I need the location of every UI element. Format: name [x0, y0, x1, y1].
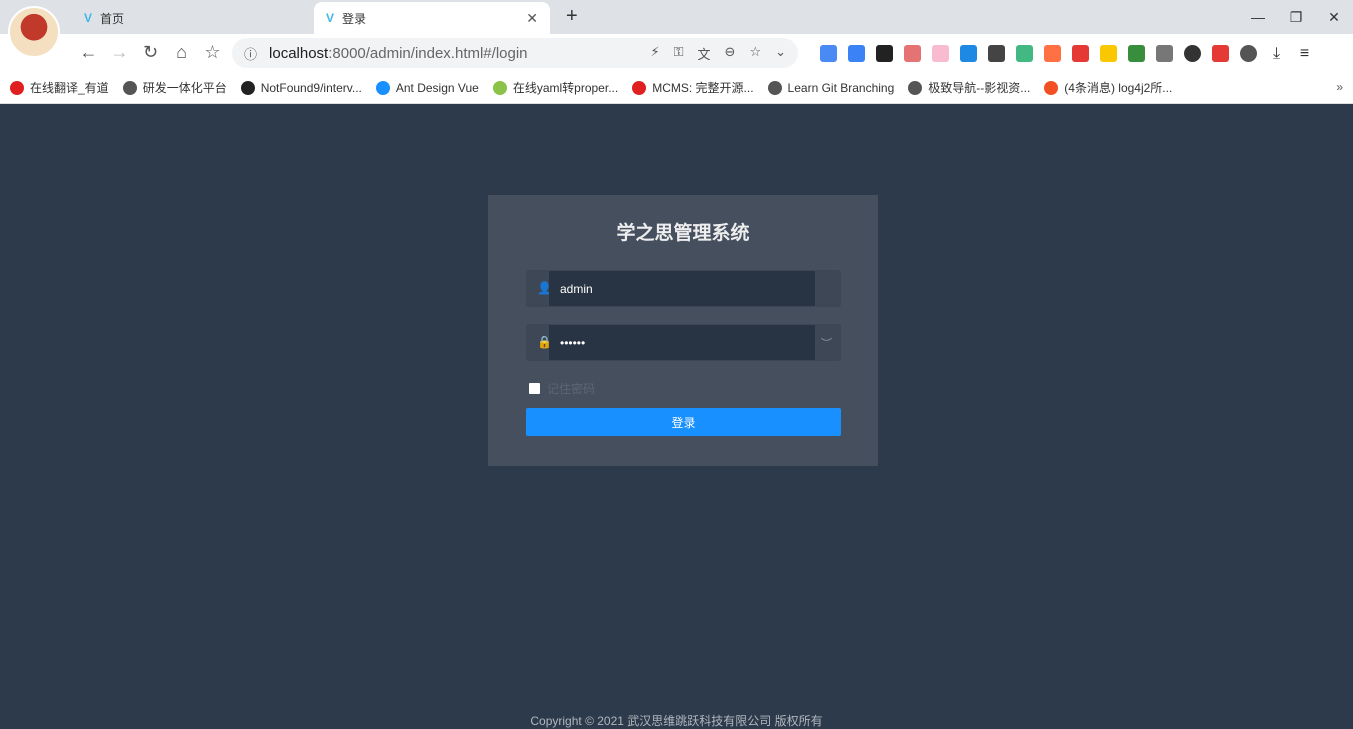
forward-icon[interactable]: →	[109, 42, 130, 63]
extension-icon[interactable]	[820, 45, 837, 62]
extension-icon[interactable]	[1156, 45, 1173, 62]
bookmark-item[interactable]: Ant Design Vue	[375, 80, 479, 95]
bookmark-item[interactable]: NotFound9/interv...	[240, 80, 362, 95]
address-bar[interactable]: ⓘ localhost:8000/admin/index.html#/login…	[232, 38, 798, 68]
minimize-button[interactable]: —	[1239, 0, 1277, 34]
bookmark-star-icon[interactable]: ☆	[202, 42, 223, 63]
bookmark-favicon-icon	[240, 80, 255, 95]
close-icon[interactable]: ✕	[526, 10, 538, 27]
extension-icon[interactable]	[988, 45, 1005, 62]
key-icon[interactable]: ⚿	[674, 44, 684, 63]
bookmark-favicon-icon	[122, 80, 137, 95]
menu-icon[interactable]: ≡	[1296, 45, 1313, 62]
zoom-icon[interactable]: ⊖	[725, 44, 736, 63]
bookmark-favicon-icon	[10, 80, 24, 95]
bookmark-favicon-icon	[375, 80, 390, 95]
bookmark-item[interactable]: 在线yaml转proper...	[492, 79, 618, 96]
vue-icon: V	[326, 11, 335, 25]
page-title: 学之思管理系统	[616, 223, 750, 244]
restore-button[interactable]: ❐	[1277, 0, 1315, 34]
bookmark-item[interactable]: 极致导航--影视资...	[908, 79, 1030, 96]
vue-icon: V	[84, 11, 93, 25]
password-field: 🔒 ︶	[526, 324, 841, 361]
extension-icon[interactable]	[904, 45, 921, 62]
password-input[interactable]	[549, 325, 815, 360]
toolbar: ← → ↻ ⌂ ☆ ⓘ localhost:8000/admin/index.h…	[0, 34, 1353, 72]
remember-password-checkbox[interactable]: 记住密码	[529, 380, 595, 397]
eye-closed-icon[interactable]: ︶	[821, 335, 832, 351]
bookmark-item[interactable]: (4条消息) log4j2所...	[1044, 79, 1172, 96]
extension-icon[interactable]	[848, 45, 865, 62]
tab-bar: V 首页 V 登录 ✕ + — ❐ ✕	[0, 0, 1353, 58]
lightning-icon[interactable]: ⚡	[650, 44, 659, 63]
bookmark-favicon-icon	[1044, 80, 1059, 95]
bookmark-item[interactable]: 在线翻译_有道	[10, 79, 109, 96]
login-form: 学之思管理系统 👤 🔒 ︶ 记住密码 登录	[488, 195, 878, 466]
user-icon: 👤	[537, 281, 552, 295]
bookmark-favicon-icon	[767, 80, 782, 95]
extension-icon[interactable]	[960, 45, 977, 62]
lock-icon: 🔒	[537, 335, 552, 349]
username-field: 👤	[526, 270, 841, 307]
close-window-button[interactable]: ✕	[1315, 0, 1353, 34]
pdf-icon[interactable]	[1212, 45, 1229, 62]
new-tab-button[interactable]: +	[566, 5, 578, 28]
login-button[interactable]: 登录	[526, 408, 841, 436]
more-bookmarks-icon[interactable]: »	[1336, 80, 1343, 94]
bookmarks-bar: 在线翻译_有道 研发一体化平台 NotFound9/interv... Ant Des…	[0, 72, 1353, 104]
reload-icon[interactable]: ↻	[140, 42, 161, 63]
info-icon[interactable]: ⓘ	[244, 44, 257, 63]
extension-icon[interactable]	[1184, 45, 1201, 62]
moon-icon[interactable]	[1240, 45, 1257, 62]
extension-icon[interactable]	[1128, 45, 1145, 62]
checkbox[interactable]	[529, 383, 540, 394]
home-icon[interactable]: ⌂	[171, 42, 192, 63]
extension-icon[interactable]	[1016, 45, 1033, 62]
bookmark-item[interactable]: MCMS: 完整开源...	[632, 79, 754, 96]
back-icon[interactable]: ←	[78, 42, 99, 63]
bookmark-favicon-icon	[632, 80, 647, 95]
extension-icon[interactable]	[876, 45, 893, 62]
extension-icon[interactable]	[1072, 45, 1089, 62]
bookmark-item[interactable]: 研发一体化平台	[122, 79, 227, 96]
bookmark-item[interactable]: Learn Git Branching	[767, 80, 894, 95]
download-icon[interactable]: ⤓	[1268, 45, 1285, 62]
extension-icon[interactable]	[932, 45, 949, 62]
tab-login[interactable]: V 登录 ✕	[314, 2, 550, 34]
profile-avatar[interactable]	[8, 6, 60, 58]
extension-icon[interactable]	[1100, 45, 1117, 62]
chevron-down-icon[interactable]: ⌄	[775, 44, 786, 63]
tab-home[interactable]: V 首页	[72, 2, 308, 34]
bookmark-favicon-icon	[492, 80, 507, 95]
bookmark-favicon-icon	[908, 80, 923, 95]
star-icon[interactable]: ☆	[749, 44, 761, 63]
footer-copyright: Copyright © 2021 武汉思维跳跃科技有限公司 版权所有	[530, 714, 823, 728]
extensions: ⤓ ≡	[820, 45, 1313, 62]
username-input[interactable]	[549, 271, 815, 306]
extension-icon[interactable]	[1044, 45, 1061, 62]
translate-icon[interactable]: 文	[698, 44, 711, 63]
